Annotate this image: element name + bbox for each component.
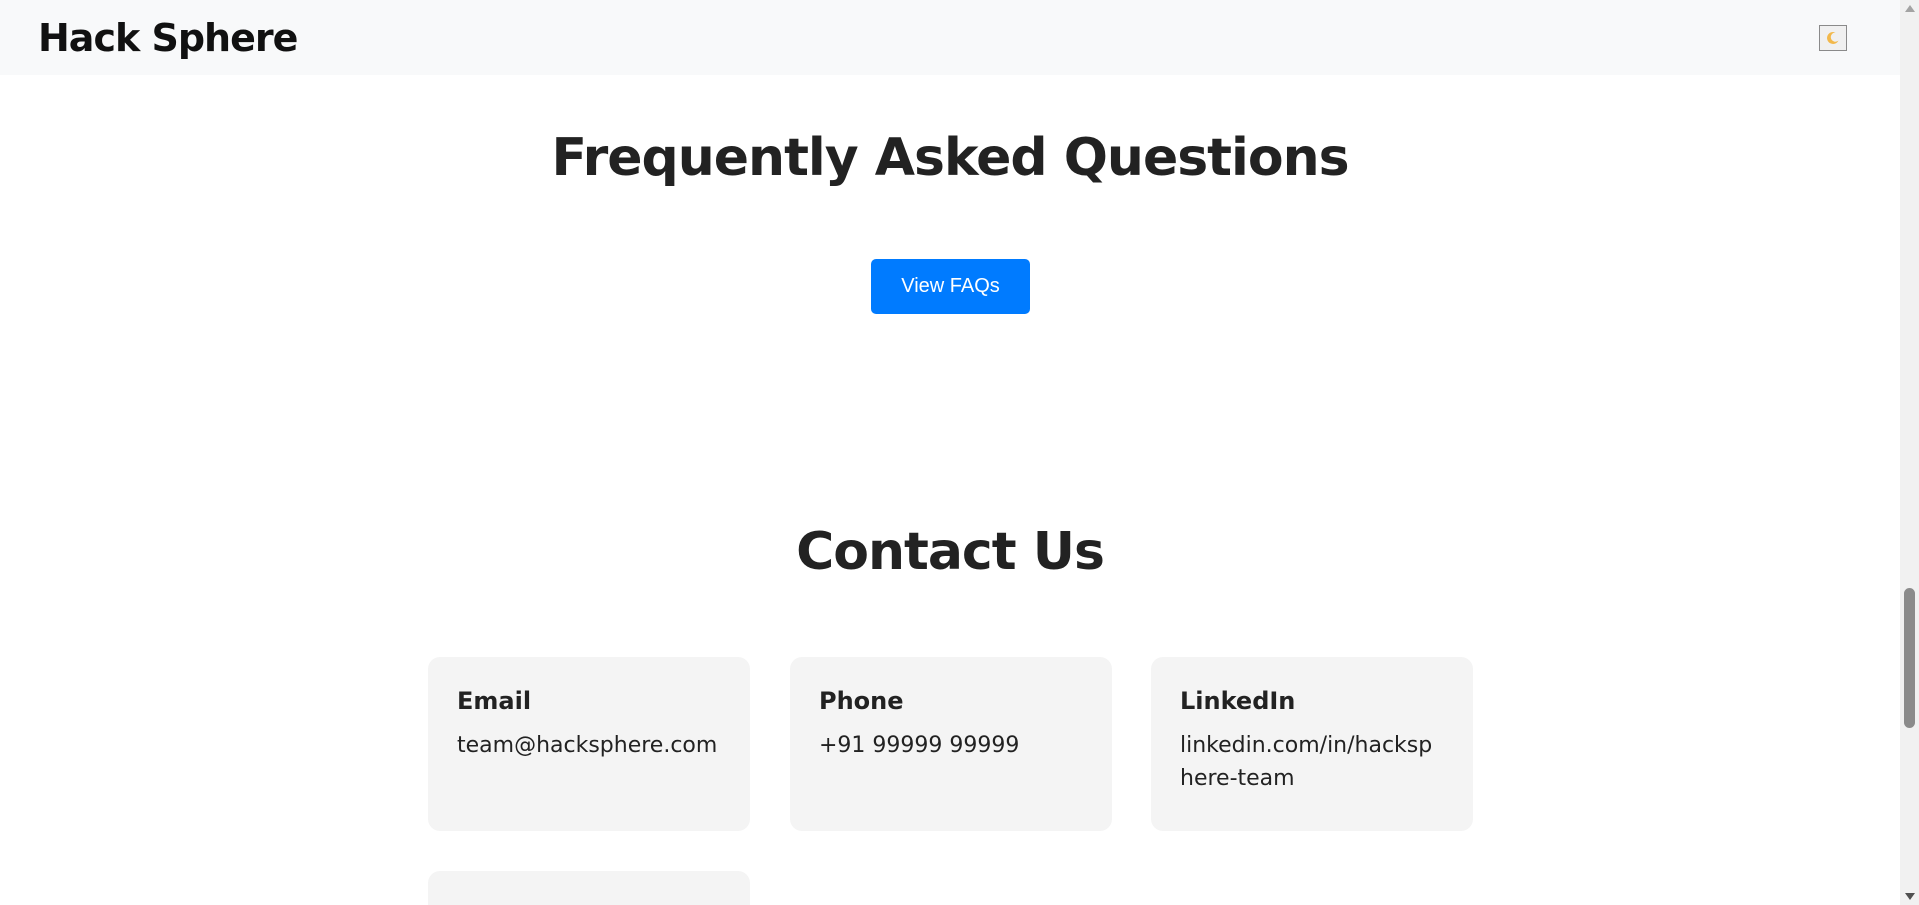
- contact-card-value: linkedin.com/in/hacksphere-team: [1180, 733, 1433, 791]
- vertical-scrollbar[interactable]: [1900, 0, 1919, 905]
- contact-card-partial: [428, 871, 750, 905]
- contact-card-value: +91 99999 99999: [819, 733, 1020, 758]
- moon-icon: [1825, 30, 1841, 46]
- contact-card-linkedin: LinkedIn linkedin.com/in/hacksphere-team: [1151, 657, 1473, 831]
- contact-card-phone: Phone +91 99999 99999: [790, 657, 1112, 831]
- contact-card-label: Phone: [819, 687, 904, 715]
- top-nav: Hack Sphere: [0, 0, 1900, 75]
- contact-card-label: LinkedIn: [1180, 687, 1296, 715]
- faq-section-title: Frequently Asked Questions: [551, 128, 1349, 188]
- theme-toggle-button[interactable]: [1819, 24, 1847, 51]
- brand-logo[interactable]: Hack Sphere: [38, 16, 298, 60]
- scrollbar-thumb[interactable]: [1904, 588, 1915, 728]
- view-faqs-button[interactable]: View FAQs: [871, 259, 1030, 314]
- scroll-down-arrow-icon[interactable]: [1900, 888, 1919, 905]
- contact-card-label: Email: [457, 687, 532, 715]
- contact-section-title: Contact Us: [796, 522, 1105, 582]
- contact-card-email: Email team@hacksphere.com: [428, 657, 750, 831]
- page: Hack Sphere Frequently Asked Questions V…: [0, 0, 1919, 905]
- contact-card-value: team@hacksphere.com: [457, 733, 718, 758]
- scroll-up-arrow-icon[interactable]: [1900, 0, 1919, 17]
